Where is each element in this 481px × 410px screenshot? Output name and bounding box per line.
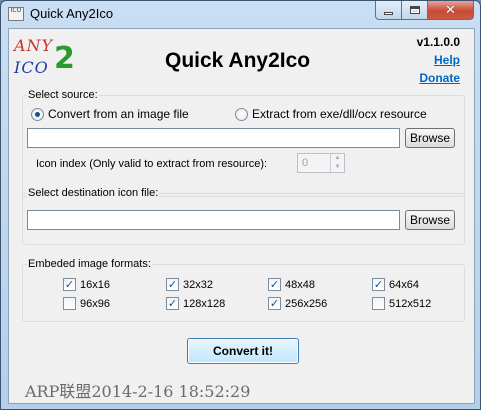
minimize-button[interactable] <box>375 1 402 20</box>
format-checkbox-96x96[interactable]: 96x96 <box>63 297 110 310</box>
minimize-icon <box>384 11 393 15</box>
radio-unselected-indicator <box>235 107 248 121</box>
main-panel: ANY ICO 2 Quick Any2Ico v1.1.0.0 Help Do… <box>8 28 475 404</box>
radio-convert-image-label: Convert from an image file <box>48 107 189 121</box>
checkbox-indicator: ✓ <box>372 278 385 291</box>
formats-group: Embeded image formats: ✓ 16x16 ✓ 32x32 ✓… <box>22 258 465 322</box>
format-label: 96x96 <box>80 297 110 310</box>
source-path-input[interactable] <box>27 128 400 148</box>
donate-link[interactable]: Donate <box>419 71 460 85</box>
app-heading: Quick Any2Ico <box>165 49 311 72</box>
window-title: Quick Any2Ico <box>30 6 114 21</box>
format-label: 256x256 <box>285 297 328 310</box>
spinner-up-icon[interactable]: ▲ <box>331 154 344 163</box>
icon-index-value: 0 <box>302 157 309 169</box>
help-link[interactable]: Help <box>434 53 460 67</box>
version-label: v1.1.0.0 <box>416 35 460 49</box>
radio-selected-indicator <box>31 107 44 121</box>
source-group: Select source: Convert from an image fil… <box>22 89 465 197</box>
app-window: ICO Quick Any2Ico ✕ ANY ICO 2 Quick Any2… <box>0 0 481 410</box>
source-browse-button[interactable]: Browse <box>405 128 455 148</box>
destination-browse-button[interactable]: Browse <box>405 210 455 230</box>
app-icon: ICO <box>8 7 24 21</box>
format-checkbox-256x256[interactable]: ✓ 256x256 <box>268 297 327 310</box>
format-label: 48x48 <box>285 278 315 291</box>
maximize-button[interactable] <box>402 1 428 20</box>
logo-any-text: ANY <box>14 36 54 55</box>
checkbox-indicator: ✓ <box>268 297 281 310</box>
formats-group-label: Embeded image formats: <box>27 258 152 270</box>
destination-group-label: Select destination icon file: <box>27 187 160 199</box>
format-checkbox-32x32[interactable]: ✓ 32x32 <box>166 278 213 291</box>
convert-button[interactable]: Convert it! <box>187 338 299 364</box>
close-icon: ✕ <box>445 2 456 17</box>
checkbox-indicator: ✓ <box>268 278 281 291</box>
format-checkbox-48x48[interactable]: ✓ 48x48 <box>268 278 315 291</box>
radio-extract-resource[interactable]: Extract from exe/dll/ocx resource <box>235 107 427 121</box>
close-button[interactable]: ✕ <box>428 1 474 20</box>
format-label: 512x512 <box>389 297 432 310</box>
any2ico-logo: ANY ICO 2 <box>14 36 76 80</box>
icon-index-label: Icon index (Only valid to extract from r… <box>36 158 268 170</box>
title-bar[interactable]: ICO Quick Any2Ico ✕ <box>1 1 480 27</box>
source-group-label: Select source: <box>27 89 99 101</box>
destination-group: Select destination icon file: Browse <box>22 187 465 245</box>
watermark-text: ARP联盟2014-2-16 18:52:29 <box>25 382 251 401</box>
format-label: 128x128 <box>183 297 226 310</box>
radio-convert-image[interactable]: Convert from an image file <box>31 107 189 121</box>
format-checkbox-16x16[interactable]: ✓ 16x16 <box>63 278 110 291</box>
logo-2-text: 2 <box>54 41 75 76</box>
format-checkbox-512x512[interactable]: 512x512 <box>372 297 431 310</box>
format-checkbox-128x128[interactable]: ✓ 128x128 <box>166 297 225 310</box>
checkbox-indicator <box>372 297 385 310</box>
format-checkbox-64x64[interactable]: ✓ 64x64 <box>372 278 419 291</box>
logo-ico-text: ICO <box>14 58 49 77</box>
spinner-arrows[interactable]: ▲ ▼ <box>330 154 344 172</box>
radio-extract-resource-label: Extract from exe/dll/ocx resource <box>252 107 427 121</box>
window-controls: ✕ <box>375 1 474 20</box>
checkbox-indicator: ✓ <box>166 297 179 310</box>
checkbox-indicator: ✓ <box>63 278 76 291</box>
format-label: 16x16 <box>80 278 110 291</box>
checkbox-indicator <box>63 297 76 310</box>
format-label: 64x64 <box>389 278 419 291</box>
spinner-down-icon[interactable]: ▼ <box>331 163 344 172</box>
icon-index-spinner[interactable]: 0 ▲ ▼ <box>297 153 345 173</box>
destination-path-input[interactable] <box>27 210 400 230</box>
checkbox-indicator: ✓ <box>166 278 179 291</box>
format-label: 32x32 <box>183 278 213 291</box>
maximize-icon <box>409 6 420 14</box>
